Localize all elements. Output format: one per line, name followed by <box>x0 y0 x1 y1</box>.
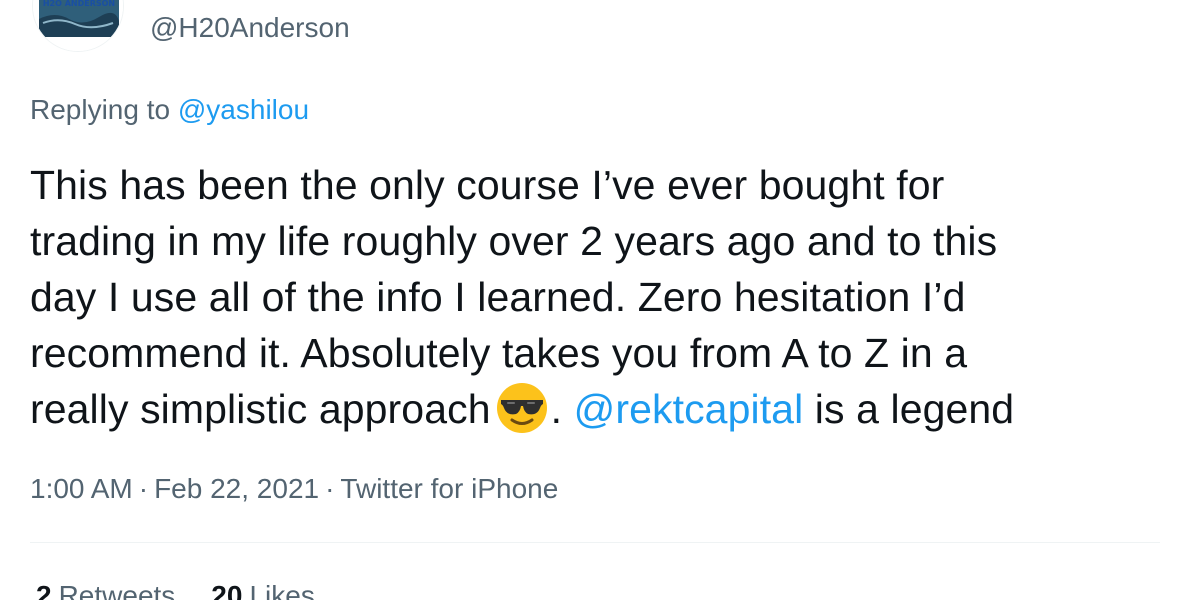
tweet-text-segment: is a legend <box>814 386 1015 432</box>
avatar-image: H2O ANDERSON <box>33 0 123 51</box>
author-handle[interactable]: @H20Anderson <box>150 10 350 46</box>
likes-count: 20 <box>211 580 243 600</box>
tweet-time[interactable]: 1:00 AM <box>30 473 133 504</box>
likes-stat[interactable]: 20 Likes <box>211 580 315 600</box>
replying-to-label: Replying to <box>30 94 171 125</box>
avatar[interactable]: H2O ANDERSON <box>32 0 124 52</box>
replying-to: Replying to @yashilou <box>30 92 309 128</box>
tweet-text-segment: really simplistic approach <box>30 386 491 432</box>
tweet-text-line: really simplistic approach . @rektcapita… <box>30 381 1170 437</box>
sunglasses-emoji-icon <box>496 383 547 433</box>
tweet-mention-rektcapital[interactable]: @rektcapital <box>574 386 804 432</box>
replying-to-mention[interactable]: @yashilou <box>178 94 309 125</box>
tweet-text-segment: . <box>550 386 563 432</box>
meta-separator: · <box>138 473 149 504</box>
tweet-detail: H2O ANDERSON @H20Anderson Replying to @y… <box>0 0 1192 600</box>
tweet-text-line: recommend it. Absolutely takes you from … <box>30 330 968 376</box>
tweet-stats: 2 Retweets 20 Likes <box>36 578 351 600</box>
tweet-text-line: This has been the only course I’ve ever … <box>30 162 945 208</box>
meta-separator: · <box>325 473 335 504</box>
avatar-logo-text: H2O ANDERSON <box>43 0 115 8</box>
tweet-text-line: trading in my life roughly over 2 years … <box>30 218 998 264</box>
divider <box>30 542 1160 543</box>
tweet-source[interactable]: Twitter for iPhone <box>340 473 558 504</box>
retweets-count: 2 <box>36 580 52 600</box>
retweets-stat[interactable]: 2 Retweets <box>36 580 175 600</box>
likes-label: Likes <box>249 580 315 600</box>
tweet-date[interactable]: Feb 22, 2021 <box>154 473 319 504</box>
tweet-text: This has been the only course I’ve ever … <box>30 157 1170 437</box>
tweet-text-line: day I use all of the info I learned. Zer… <box>30 274 966 320</box>
retweets-label: Retweets <box>58 580 176 600</box>
tweet-meta: 1:00 AM · Feb 22, 2021 · Twitter for iPhone <box>30 471 558 507</box>
